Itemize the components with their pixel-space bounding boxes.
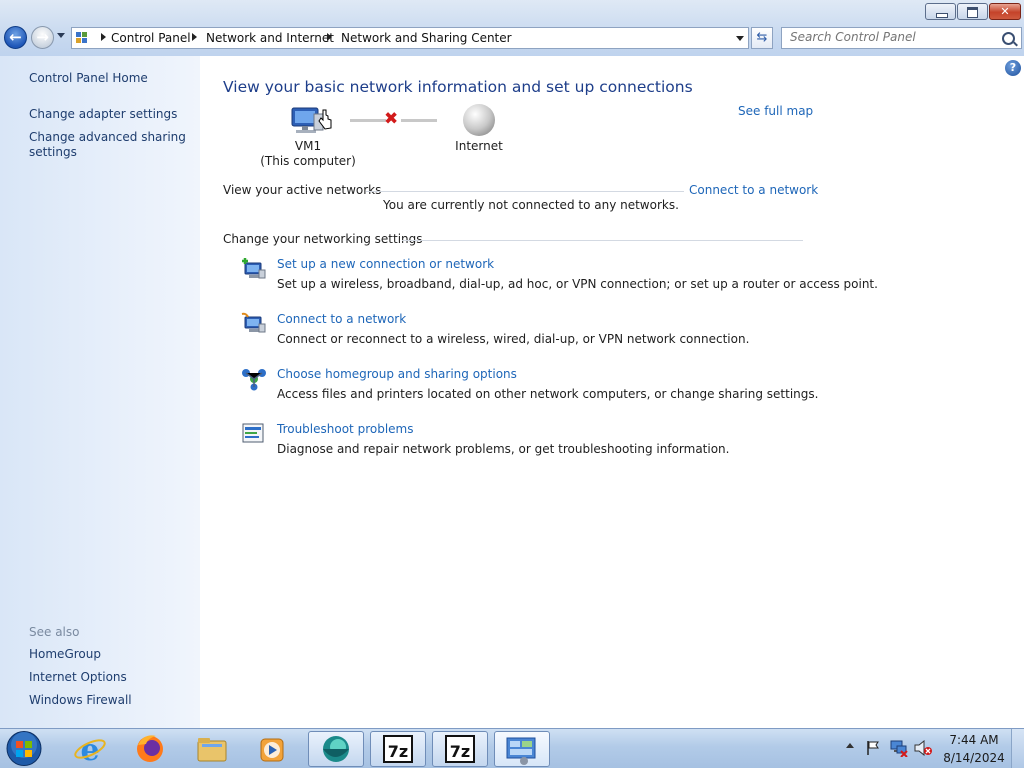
see-full-map-link[interactable]: See full map xyxy=(738,104,813,118)
internet-globe-icon[interactable] xyxy=(463,104,495,136)
change-advanced-sharing-link[interactable]: Change advanced sharing settings xyxy=(29,130,194,160)
network-center-taskbar-button[interactable] xyxy=(494,731,550,767)
minimize-button[interactable] xyxy=(925,3,956,20)
network-connection-line xyxy=(401,119,437,122)
media-player-icon xyxy=(260,738,284,762)
homegroup-sharing-desc: Access files and printers located on oth… xyxy=(277,387,819,401)
see-also-heading: See also xyxy=(29,625,80,639)
active-networks-heading: View your active networks xyxy=(223,183,382,197)
start-button[interactable] xyxy=(2,730,46,767)
internet-label: Internet xyxy=(455,139,503,153)
help-icon[interactable]: ? xyxy=(1005,60,1021,76)
control-panel-home-link[interactable]: Control Panel Home xyxy=(29,71,194,86)
media-player-taskbar-button[interactable] xyxy=(244,731,300,767)
internet-explorer-icon: e xyxy=(74,733,106,768)
connect-network-desc: Connect or reconnect to a wireless, wire… xyxy=(277,332,750,346)
windows-firewall-link[interactable]: Windows Firewall xyxy=(29,693,194,708)
seven-zip-taskbar-button-2[interactable]: 7z xyxy=(432,731,488,767)
breadcrumb-separator[interactable] xyxy=(101,33,106,41)
red-x-icon[interactable]: ✖ xyxy=(384,109,398,129)
internet-explorer-taskbar-button[interactable]: e xyxy=(62,731,118,768)
windows-explorer-taskbar-button[interactable] xyxy=(184,731,240,767)
app-taskbar-button[interactable] xyxy=(308,731,364,767)
troubleshoot-icon xyxy=(242,423,264,443)
clock-date[interactable]: 8/14/2024 xyxy=(942,751,1006,765)
window-chrome: Control Panel Network and Internet Netwo… xyxy=(0,0,1024,56)
connection-status-text: You are currently not connected to any n… xyxy=(383,198,679,212)
folder-icon xyxy=(197,738,227,762)
search-input[interactable] xyxy=(790,30,990,44)
breadcrumb-control-panel[interactable]: Control Panel xyxy=(111,31,191,45)
this-computer-label: (This computer) xyxy=(260,154,356,168)
svg-text:7z: 7z xyxy=(450,742,470,761)
app-icon xyxy=(323,736,349,762)
refresh-button[interactable]: ⇆ xyxy=(751,27,773,49)
change-adapter-settings-link[interactable]: Change adapter settings xyxy=(29,107,194,122)
breadcrumb-separator[interactable] xyxy=(327,33,332,41)
address-bar[interactable]: Control Panel Network and Internet Netwo… xyxy=(71,27,749,49)
connect-network-link[interactable]: Connect to a network xyxy=(277,312,406,326)
setup-connection-link[interactable]: Set up a new connection or network xyxy=(277,257,494,271)
network-control-panel-icon xyxy=(506,737,536,765)
left-pane: Control Panel Home Change adapter settin… xyxy=(0,56,200,728)
connect-network-icon xyxy=(241,312,266,333)
breadcrumb-network-and-internet[interactable]: Network and Internet xyxy=(206,31,334,45)
section-divider xyxy=(366,191,684,192)
volume-muted-icon[interactable] xyxy=(914,740,932,756)
internet-options-link[interactable]: Internet Options xyxy=(29,670,194,685)
firefox-taskbar-button[interactable] xyxy=(122,731,178,767)
svg-text:7z: 7z xyxy=(388,742,408,761)
homegroup-icon xyxy=(242,369,266,391)
search-box[interactable] xyxy=(781,27,1022,49)
homegroup-link[interactable]: HomeGroup xyxy=(29,647,194,662)
back-button[interactable] xyxy=(4,26,27,49)
connect-to-network-link[interactable]: Connect to a network xyxy=(689,183,818,197)
computer-name-label: VM1 xyxy=(294,139,322,153)
search-icon[interactable] xyxy=(1002,32,1015,45)
network-disconnected-icon[interactable] xyxy=(890,739,908,757)
seven-zip-icon: 7z xyxy=(383,735,413,763)
maximize-button[interactable] xyxy=(957,3,988,20)
control-panel-icon xyxy=(76,32,87,43)
address-dropdown-icon[interactable] xyxy=(736,36,744,41)
seven-zip-taskbar-button[interactable]: 7z xyxy=(370,731,426,767)
svg-text:e: e xyxy=(80,733,99,767)
section-divider xyxy=(402,240,803,241)
clock-time[interactable]: 7:44 AM xyxy=(946,733,1002,747)
setup-connection-desc: Set up a wireless, broadband, dial-up, a… xyxy=(277,277,878,291)
recent-pages-dropdown[interactable] xyxy=(57,33,65,38)
page-title: View your basic network information and … xyxy=(223,78,693,96)
breadcrumb-network-and-sharing-center[interactable]: Network and Sharing Center xyxy=(341,31,512,45)
troubleshoot-desc: Diagnose and repair network problems, or… xyxy=(277,442,730,456)
forward-button[interactable] xyxy=(31,26,54,49)
seven-zip-icon: 7z xyxy=(445,735,475,763)
new-connection-icon xyxy=(242,258,266,279)
refresh-icon: ⇆ xyxy=(756,30,768,45)
show-desktop-button[interactable] xyxy=(1011,729,1024,768)
close-button[interactable] xyxy=(989,3,1021,20)
network-connection-line xyxy=(350,119,386,122)
action-center-flag-icon[interactable] xyxy=(865,740,881,756)
show-hidden-icons-button[interactable] xyxy=(846,743,854,748)
networking-settings-heading: Change your networking settings xyxy=(223,232,423,246)
computer-icon[interactable] xyxy=(290,104,336,136)
homegroup-sharing-link[interactable]: Choose homegroup and sharing options xyxy=(277,367,517,381)
troubleshoot-link[interactable]: Troubleshoot problems xyxy=(277,422,413,436)
breadcrumb-separator[interactable] xyxy=(192,33,197,41)
firefox-icon xyxy=(137,735,163,762)
